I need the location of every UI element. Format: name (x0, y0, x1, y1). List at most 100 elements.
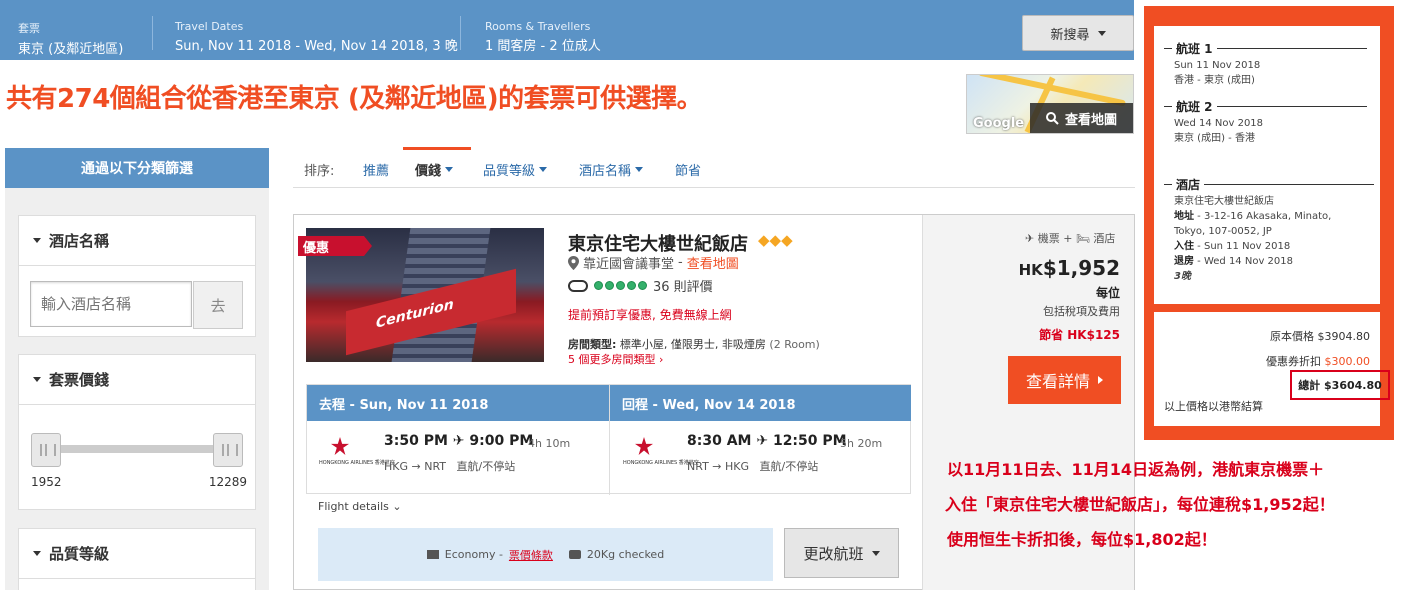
chevron-down-icon (33, 377, 41, 382)
sort-recommended[interactable]: 推薦 (363, 160, 389, 179)
dates-value: Sun, Nov 11 2018 - Wed, Nov 14 2018, 3 晚 (175, 39, 458, 54)
rule (1216, 48, 1367, 49)
flight-legs: 去程 - Sun, Nov 11 2018 回程 - Wed, Nov 14 2… (306, 384, 911, 495)
return-airports: NRT → HKG (687, 460, 750, 473)
checkout-label: 退房 (1174, 256, 1194, 267)
return-times: 8:30 AM ✈ 12:50 PM (687, 433, 847, 449)
quality-filter: 品質等級 (18, 528, 256, 590)
flight-details-label: Flight details (318, 500, 389, 513)
price-min-value: 1952 (31, 475, 62, 489)
outbound-stops: 直航/不停站 (456, 460, 516, 473)
flight1-route: 香港 - 東京 (成田) (1174, 75, 1255, 86)
hotel-name-filter-title: 酒店名稱 (49, 232, 110, 250)
map-pin-icon (568, 255, 579, 270)
chevron-right-icon (1098, 376, 1103, 384)
view-map-button[interactable]: 查看地圖 (1030, 103, 1133, 133)
return-arrive: 12:50 PM (772, 433, 847, 449)
headline-suffix: 個組合從香港至東京 (及鄰近地區)的套票可供選擇。 (109, 84, 703, 114)
rooms-value: 1 間客房 - 2 位成人 (485, 39, 601, 54)
room-type-value: 標準小屋, 僅限男士, 非吸煙房 (619, 338, 766, 351)
price-max-handle[interactable] (213, 433, 243, 467)
go-label: 去 (210, 296, 226, 315)
hotel-search-go-button[interactable]: 去 (193, 281, 243, 329)
view-map-link[interactable]: 查看地圖 (687, 253, 739, 272)
package-field: 套票 東京 (及鄰近地區) (18, 20, 123, 57)
divider (460, 16, 461, 50)
more-rooms-label: 5 個更多房間類型 (568, 353, 656, 366)
sort-hotel-name[interactable]: 酒店名稱 (579, 160, 644, 179)
coupon-row: 優惠券折扣 $300.00 (1266, 353, 1370, 369)
chevron-down-icon (33, 238, 41, 243)
outbound-header: 去程 - Sun, Nov 11 2018 (307, 385, 609, 421)
price-max-value: 12289 (208, 475, 247, 489)
plane-icon: ✈ (756, 433, 769, 449)
hotel-name-filter-toggle[interactable]: 酒店名稱 (19, 216, 255, 266)
total-value: $3604.80 (1324, 378, 1382, 392)
change-flight-button[interactable]: 更改航班 (784, 528, 899, 578)
sort-recommended-label: 推薦 (363, 164, 390, 179)
chevron-down-icon (1097, 30, 1106, 36)
address-line1: - 3-12-16 Akasaka, Minato, (1194, 211, 1332, 222)
rule (1216, 106, 1367, 107)
hotel-section-title: 酒店 (1164, 176, 1375, 193)
headline-prefix: 共有 (6, 84, 58, 114)
flight1-date: Sun 11 Nov 2018 (1174, 60, 1261, 71)
sort-label: 排序: (304, 164, 335, 179)
original-price-row: 原本價格 $3904.80 (1270, 328, 1370, 344)
quality-filter-toggle[interactable]: 品質等級 (19, 529, 255, 579)
tax-note: 包括稅項及費用 (1043, 305, 1120, 318)
quality-filter-title: 品質等級 (49, 545, 110, 563)
sort-price[interactable]: 價錢 (415, 160, 454, 179)
flight2-section-title: 航班 2 (1164, 98, 1367, 115)
sort-bar: 排序: 推薦 價錢 品質等級 酒店名稱 節省 (293, 148, 1135, 188)
package-value: 東京 (及鄰近地區) (18, 42, 124, 57)
map-thumbnail[interactable]: Google 查看地圖 (966, 74, 1134, 134)
price-filter-title: 套票價錢 (49, 371, 110, 389)
dates-label: Travel Dates (175, 20, 244, 33)
fare-rules-link[interactable]: 票價條款 (509, 547, 553, 563)
checkin-label: 入住 (1174, 241, 1194, 252)
new-search-button[interactable]: 新搜尋 (1022, 15, 1134, 51)
rule (1204, 184, 1375, 185)
return-route: NRT → HKG 直航/不停站 (687, 458, 818, 474)
fare-info-box: Economy - 票價條款 20Kg checked (318, 528, 773, 581)
flight-details-toggle[interactable]: Flight details ⌄ (318, 500, 402, 513)
more-rooms-link[interactable]: 5 個更多房間類型 › (568, 351, 663, 367)
flight2-date: Wed 14 Nov 2018 (1174, 118, 1264, 129)
price-slider-track[interactable] (53, 445, 225, 453)
annotation-line-2: 入住「東京住宅大樓世紀飯店」，每位連稅$1,952起！ (945, 495, 1335, 514)
flight2-title: 航班 2 (1176, 100, 1213, 114)
saving-amount: 節省 HK$125 (1039, 328, 1120, 342)
sort-savings[interactable]: 節省 (675, 160, 701, 179)
price-currency: HK (1018, 261, 1043, 279)
return-duration: 5h 20m (840, 437, 883, 450)
results-headline: 共有274個組合從香港至東京 (及鄰近地區)的套票可供選擇。 (6, 78, 703, 115)
room-type-label: 房間類型: (568, 338, 617, 351)
hotel-name-input[interactable] (30, 281, 192, 327)
total-label: 總計 (1298, 379, 1321, 392)
rating-bubbles (594, 281, 647, 290)
view-details-button[interactable]: 查看詳情 (1008, 356, 1121, 404)
nights-value: 3晚 (1174, 271, 1191, 282)
price-summary: 原本價格 $3904.80 優惠券折扣 $300.00 總計 $3604.80 … (1154, 312, 1390, 426)
seat-icon (426, 550, 439, 559)
rule (1164, 184, 1172, 185)
active-sort-indicator (403, 147, 471, 150)
sort-hotel-name-label: 酒店名稱 (579, 164, 632, 179)
hotel-details: 東京住宅大樓世紀飯店 地址 - 3-12-16 Akasaka, Minato,… (1174, 194, 1331, 284)
tripadvisor-rating[interactable]: 36 則評價 (568, 276, 713, 295)
return-header: 回程 - Wed, Nov 14 2018 (610, 385, 911, 421)
annotation-line-3: 使用恒生卡折扣後，每位$1,802起！ (947, 530, 1217, 549)
filter-header-title: 通過以下分類篩選 (81, 161, 193, 177)
price-min-handle[interactable] (31, 433, 61, 467)
new-search-label: 新搜尋 (1050, 27, 1090, 43)
chevron-right-icon: › (659, 353, 664, 366)
divider (609, 385, 610, 495)
price-filter-toggle[interactable]: 套票價錢 (19, 355, 255, 405)
currency-note: 以上價格以港幣結算 (1164, 400, 1263, 413)
airline-logo-icon: HONGKONG AIRLINES 香港航空 (319, 437, 395, 481)
hotel-title: 酒店 (1176, 178, 1201, 192)
nights: 3晚 (1174, 269, 1331, 284)
address-line2: Tokyo, 107-0052, JP (1174, 226, 1272, 237)
sort-quality[interactable]: 品質等級 (483, 160, 548, 179)
